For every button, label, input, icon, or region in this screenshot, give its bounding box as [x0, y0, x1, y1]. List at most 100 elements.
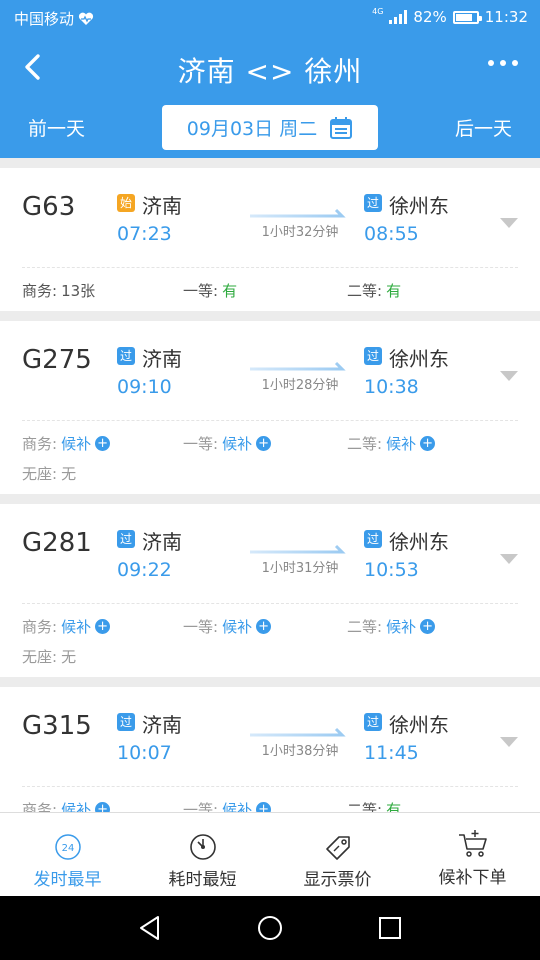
- departure-station: 济南: [142, 347, 182, 371]
- arrival-time: 10:53: [364, 559, 419, 581]
- journey-arrow-icon: [250, 544, 346, 554]
- arrival-station: 徐州东: [389, 347, 449, 371]
- seat-no-seat: 无座: 无: [22, 463, 76, 484]
- seat-label: 无座:: [22, 648, 58, 666]
- waitlist-plus-icon[interactable]: +: [420, 436, 436, 451]
- seat-value: 有: [222, 282, 238, 300]
- train-card[interactable]: G63 始 济南 07:23 1小时32分钟 过 徐州东 08:55 商务: 1…: [0, 168, 540, 311]
- next-day-button[interactable]: 后一天: [455, 114, 512, 141]
- sort-earliest-button[interactable]: 24 发时最早: [0, 813, 135, 896]
- prev-day-button[interactable]: 前一天: [28, 114, 85, 141]
- network-type: 4G: [372, 7, 384, 16]
- nav-home-icon[interactable]: [256, 914, 284, 942]
- arrival-time: 10:38: [364, 376, 419, 398]
- waitlist-plus-icon[interactable]: +: [256, 802, 272, 812]
- nav-back-icon[interactable]: [136, 914, 164, 942]
- train-number: G315: [22, 711, 92, 741]
- seat-first-class[interactable]: 一等: 候补 +: [183, 616, 272, 637]
- waitlist-plus-icon[interactable]: +: [95, 436, 111, 451]
- waitlist-plus-icon[interactable]: +: [95, 619, 111, 634]
- heart-health-icon: [78, 12, 94, 25]
- seat-value: 候补: [386, 618, 417, 636]
- seat-value: 13张: [61, 282, 96, 300]
- departure-badge: 过: [117, 713, 135, 731]
- clock-24-label: 24: [61, 843, 74, 854]
- card-divider: [22, 786, 518, 787]
- departure-time: 09:10: [117, 376, 172, 398]
- departure-station: 济南: [142, 194, 182, 218]
- seat-first-class[interactable]: 一等: 候补 +: [183, 433, 272, 454]
- seat-label: 一等:: [183, 801, 219, 812]
- expand-chevron-icon[interactable]: [500, 737, 518, 747]
- arrival-station: 徐州东: [389, 194, 449, 218]
- route-title: 济南 <> 徐州: [177, 55, 363, 88]
- journey-arrow-icon: [250, 361, 346, 371]
- expand-chevron-icon[interactable]: [500, 554, 518, 564]
- status-bar: 中国移动 4G 82% 11:32: [0, 0, 540, 36]
- cart-add-icon: [458, 830, 487, 857]
- departure-time: 10:07: [117, 742, 172, 764]
- carrier-name: 中国移动: [14, 10, 75, 28]
- seat-value: 有: [386, 282, 402, 300]
- seat-first-class: 一等: 有: [183, 280, 237, 301]
- seat-business[interactable]: 商务: 候补 +: [22, 799, 111, 812]
- seat-second-class: 二等: 有: [347, 280, 401, 301]
- seat-label: 一等:: [183, 618, 219, 636]
- train-number: G281: [22, 528, 92, 558]
- waitlist-order-button[interactable]: 候补下单: [405, 813, 540, 896]
- seat-value: 候补: [61, 435, 92, 453]
- arrival-badge: 过: [364, 530, 382, 548]
- seat-label: 无座:: [22, 465, 58, 483]
- tool-label: 发时最早: [33, 870, 102, 890]
- seat-second-class[interactable]: 二等: 候补 +: [347, 616, 436, 637]
- arrival-station: 徐州东: [389, 713, 449, 737]
- sort-shortest-button[interactable]: 耗时最短: [135, 813, 270, 896]
- nav-recents-icon[interactable]: [376, 914, 404, 942]
- train-card[interactable]: G275 过 济南 09:10 1小时28分钟 过 徐州东 10:38 商务: …: [0, 321, 540, 494]
- clock-time: 11:32: [484, 8, 528, 26]
- tool-label: 耗时最短: [168, 870, 237, 890]
- card-divider: [22, 603, 518, 604]
- train-card[interactable]: G281 过 济南 09:22 1小时31分钟 过 徐州东 10:53 商务: …: [0, 504, 540, 677]
- waitlist-plus-icon[interactable]: +: [256, 436, 272, 451]
- departure-badge: 过: [117, 530, 135, 548]
- seat-second-class[interactable]: 二等: 候补 +: [347, 433, 436, 454]
- waitlist-plus-icon[interactable]: +: [420, 619, 436, 634]
- travel-duration: 1小时28分钟: [261, 378, 339, 393]
- seat-second-class: 二等: 有: [347, 799, 401, 812]
- train-number: G275: [22, 345, 92, 375]
- seat-value: 候补: [386, 435, 417, 453]
- seat-label: 二等:: [347, 282, 383, 300]
- selected-date: 09月03日 周二: [186, 118, 318, 140]
- arrival-station: 徐州东: [389, 530, 449, 554]
- departure-station: 济南: [142, 713, 182, 737]
- travel-duration: 1小时38分钟: [261, 744, 339, 759]
- waitlist-plus-icon[interactable]: +: [95, 802, 111, 812]
- seat-business[interactable]: 商务: 候补 +: [22, 433, 111, 454]
- seat-first-class[interactable]: 一等: 候补 +: [183, 799, 272, 812]
- expand-chevron-icon[interactable]: [500, 371, 518, 381]
- seat-label: 二等:: [347, 618, 383, 636]
- journey-arrow-icon: [250, 208, 346, 218]
- waitlist-plus-icon[interactable]: +: [256, 619, 272, 634]
- arrival-badge: 过: [364, 347, 382, 365]
- departure-badge: 始: [117, 194, 135, 212]
- seat-value: 候补: [61, 618, 92, 636]
- seat-label: 商务:: [22, 282, 58, 300]
- timer-icon: [189, 834, 216, 860]
- system-nav-bar: [0, 896, 540, 960]
- show-price-button[interactable]: 显示票价: [270, 813, 405, 896]
- expand-chevron-icon[interactable]: [500, 218, 518, 228]
- train-card[interactable]: G315 过 济南 10:07 1小时38分钟 过 徐州东 11:45 商务: …: [0, 687, 540, 812]
- seat-label: 一等:: [183, 282, 219, 300]
- seat-value: 无: [61, 648, 77, 666]
- seat-business[interactable]: 商务: 候补 +: [22, 616, 111, 637]
- more-menu-icon[interactable]: [488, 60, 518, 66]
- arrival-badge: 过: [364, 194, 382, 212]
- departure-time: 07:23: [117, 223, 172, 245]
- seat-value: 候补: [222, 435, 253, 453]
- date-picker[interactable]: 09月03日 周二: [162, 105, 378, 150]
- tool-label: 显示票价: [303, 870, 372, 890]
- seat-label: 商务:: [22, 435, 58, 453]
- seat-value: 候补: [222, 801, 253, 812]
